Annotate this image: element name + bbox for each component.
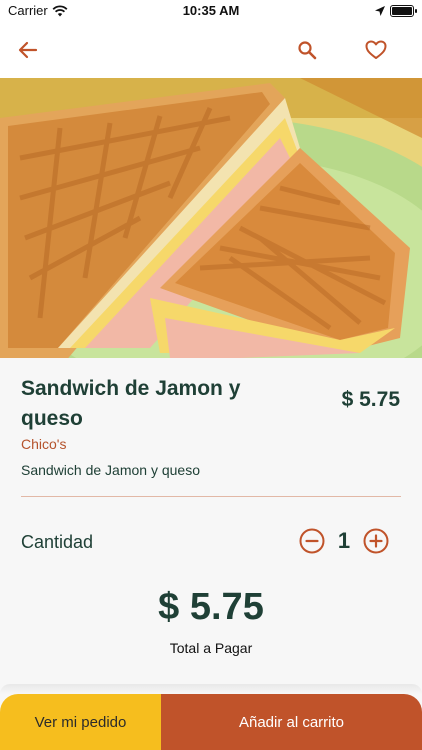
product-price: $ 5.75 [341,388,400,411]
battery-icon [390,5,417,17]
plus-circle-icon [363,528,389,554]
location-arrow-icon [374,4,386,22]
footer-actions: Ver mi pedido Añadir al carrito [0,684,422,750]
minus-circle-icon [299,528,325,554]
back-button[interactable] [12,34,44,66]
product-image [0,78,422,358]
decrement-button[interactable] [298,527,326,555]
status-bar: Carrier 10:35 AM [0,0,422,22]
quantity-label: Cantidad [21,532,94,552]
quantity-value: 1 [337,528,351,553]
heart-outline-icon [365,40,387,59]
product-details: Sandwich de Jamon y queso $ 5.75 Chico's… [0,358,422,688]
top-navbar [0,22,422,78]
favorite-button[interactable] [360,34,392,66]
footer-shadow [0,684,422,694]
restaurant-name: Chico's [21,436,67,452]
add-to-cart-button[interactable]: Añadir al carrito [161,694,422,750]
search-button[interactable] [291,34,323,66]
view-order-button[interactable]: Ver mi pedido [0,694,161,750]
total-amount: $ 5.75 [158,586,264,628]
product-description: Sandwich de Jamon y queso [21,462,200,478]
clock-time: 10:35 AM [182,3,240,18]
total-label: Total a Pagar [169,640,253,656]
arrow-left-icon [18,41,38,59]
quantity-stepper: 1 [298,527,390,555]
sandwich-photo [0,78,422,358]
increment-button[interactable] [362,527,390,555]
product-name: Sandwich de Jamon y queso [21,377,241,430]
divider [21,496,401,497]
search-icon [298,41,317,60]
